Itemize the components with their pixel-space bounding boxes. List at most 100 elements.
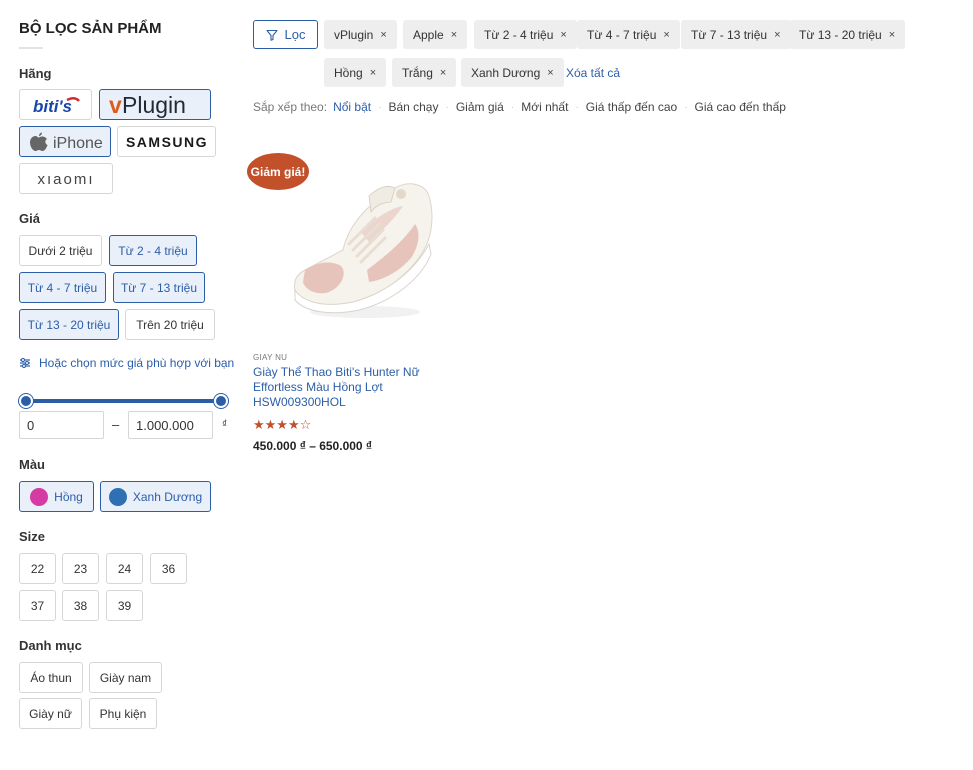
price-chip[interactable]: Từ 13 - 20 triệu — [19, 309, 119, 340]
active-filter-tag[interactable]: Từ 2 - 4 triệu × — [474, 20, 577, 49]
brand-chip-bitis[interactable]: biti's — [19, 89, 92, 120]
currency-symbol: ₫ — [222, 419, 228, 430]
size-chip[interactable]: 22 — [19, 553, 56, 584]
product-image[interactable] — [283, 162, 443, 327]
tag-label: Từ 4 - 7 triệu — [587, 27, 657, 42]
sort-separator: · — [445, 101, 449, 113]
clear-all-filters-link[interactable]: Xóa tất cả — [566, 66, 620, 80]
active-filter-tag[interactable]: Từ 7 - 13 triệu × — [681, 20, 791, 49]
size-chip[interactable]: 38 — [62, 590, 99, 621]
funnel-icon — [265, 29, 278, 41]
size-chip[interactable]: 36 — [150, 553, 187, 584]
svg-text:Plugin: Plugin — [122, 92, 186, 118]
size-chip[interactable]: 37 — [19, 590, 56, 621]
title-divider — [19, 47, 43, 49]
color-chip-pink[interactable]: Hồng — [19, 481, 94, 512]
price-chip[interactable]: Từ 7 - 13 triệu — [113, 272, 205, 303]
price-range-dash: – — [112, 417, 120, 432]
size-chip[interactable]: 23 — [62, 553, 99, 584]
sort-separator: · — [510, 101, 515, 113]
remove-tag-icon[interactable]: × — [889, 29, 895, 41]
blue-swatch-icon — [108, 487, 127, 506]
sort-bar: Sắp xếp theo: Nổi bật · Bán chạy · Giảm … — [253, 100, 786, 114]
filter-button-label: Lọc — [284, 27, 306, 42]
active-filter-tag[interactable]: vPlugin × — [324, 20, 397, 49]
apple-logo-icon: iPhone — [30, 132, 103, 152]
product-price: 450.000 ₫ – 650.000 ₫ — [253, 439, 373, 453]
tag-label: Từ 13 - 20 triệu — [799, 27, 882, 42]
sort-separator: · — [575, 101, 579, 113]
price-slider-min-handle[interactable] — [19, 394, 33, 408]
svg-text:v: v — [109, 92, 122, 118]
sale-badge: Giảm giá! — [247, 153, 309, 190]
sort-option-newest[interactable]: Mới nhất — [521, 100, 568, 114]
price-section-label: Giá — [19, 211, 40, 226]
brand-section-label: Hãng — [19, 66, 52, 81]
sort-option-price-desc[interactable]: Giá cao đến thấp — [695, 100, 786, 114]
remove-tag-icon[interactable]: × — [560, 29, 566, 41]
price-chip[interactable]: Trên 20 triệu — [125, 309, 215, 340]
active-filter-tag[interactable]: Hồng × — [324, 58, 387, 87]
sort-option-discount[interactable]: Giảm giá — [456, 100, 504, 114]
product-name[interactable]: Giày Thể Thao Biti's Hunter Nữ Effortles… — [253, 365, 428, 410]
tag-label: vPlugin — [334, 27, 374, 42]
color-section-label: Màu — [19, 457, 45, 472]
active-filter-tag[interactable]: Apple × — [403, 20, 468, 49]
filter-button[interactable]: Lọc — [253, 20, 318, 49]
pink-swatch-icon — [30, 487, 49, 506]
remove-tag-icon[interactable]: × — [451, 29, 457, 41]
category-chip[interactable]: Giày nữ — [19, 698, 82, 729]
color-chip-label: Hồng — [54, 489, 83, 504]
brand-chip-iphone[interactable]: iPhone — [19, 126, 111, 157]
sort-option-price-asc[interactable]: Giá thấp đến cao — [586, 100, 677, 114]
tag-label: Apple — [413, 27, 444, 42]
category-chip[interactable]: Áo thun — [19, 662, 83, 693]
brand-chip-xiaomi[interactable]: xıaomı — [19, 163, 113, 194]
custom-price-range-label: Hoặc chọn mức giá phù hợp với bạn — [39, 356, 235, 370]
size-chip[interactable]: 24 — [106, 553, 143, 584]
remove-tag-icon[interactable]: × — [547, 67, 553, 79]
vplugin-logo-icon: v Plugin — [109, 92, 186, 118]
sidebar-title: BỘ LỌC SẢN PHẨM — [19, 20, 162, 37]
color-chip-blue[interactable]: Xanh Dương — [100, 481, 211, 512]
active-filter-tag[interactable]: Từ 13 - 20 triệu × — [789, 20, 906, 49]
active-filter-tag[interactable]: Trắng × — [392, 58, 457, 87]
samsung-logo-icon: SAMSUNG — [125, 134, 207, 150]
svg-text:SAMSUNG: SAMSUNG — [125, 134, 207, 150]
active-filter-tag[interactable]: Từ 4 - 7 triệu × — [577, 20, 680, 49]
remove-tag-icon[interactable]: × — [774, 29, 780, 41]
color-chip-label: Xanh Dương — [132, 489, 203, 504]
sort-option-featured[interactable]: Nổi bật — [333, 100, 371, 114]
xiaomi-logo-icon: xıaomı — [37, 171, 92, 187]
category-chip[interactable]: Phụ kiện — [89, 698, 157, 729]
remove-tag-icon[interactable]: × — [370, 67, 376, 79]
price-slider-track[interactable] — [25, 399, 228, 403]
brand-chip-samsung[interactable]: SAMSUNG — [117, 126, 216, 157]
svg-text:biti's: biti's — [33, 97, 72, 116]
rating-stars-icon: ★★★★☆ — [253, 417, 312, 432]
svg-text:iPhone: iPhone — [53, 135, 103, 152]
price-min-input[interactable] — [19, 411, 104, 439]
custom-price-range-link[interactable]: Hoặc chọn mức giá phù hợp với bạn — [19, 356, 234, 370]
size-chip[interactable]: 39 — [106, 590, 143, 621]
price-chip[interactable]: Từ 4 - 7 triệu — [19, 272, 106, 303]
tag-label: Từ 2 - 4 triệu — [484, 27, 554, 42]
product-category: GIAY NU — [253, 353, 288, 362]
size-section-label: Size — [19, 529, 46, 544]
price-chip[interactable]: Dưới 2 triệu — [19, 235, 102, 266]
tag-label: Trắng — [402, 65, 433, 80]
price-chip[interactable]: Từ 2 - 4 triệu — [109, 235, 197, 266]
active-filter-tag[interactable]: Xanh Dương × — [461, 58, 564, 87]
sort-separator: · — [684, 101, 688, 113]
price-max-input[interactable] — [128, 411, 213, 439]
sort-option-bestseller[interactable]: Bán chạy — [388, 100, 438, 114]
remove-tag-icon[interactable]: × — [380, 29, 386, 41]
category-chip[interactable]: Giày nam — [89, 662, 162, 693]
sort-separator: · — [378, 101, 382, 113]
bitis-logo-icon: biti's — [33, 97, 80, 116]
remove-tag-icon[interactable]: × — [663, 29, 669, 41]
remove-tag-icon[interactable]: × — [440, 67, 446, 79]
brand-chip-vplugin[interactable]: v Plugin — [99, 89, 211, 120]
price-slider-max-handle[interactable] — [214, 394, 228, 408]
category-section-label: Danh mục — [19, 638, 82, 653]
